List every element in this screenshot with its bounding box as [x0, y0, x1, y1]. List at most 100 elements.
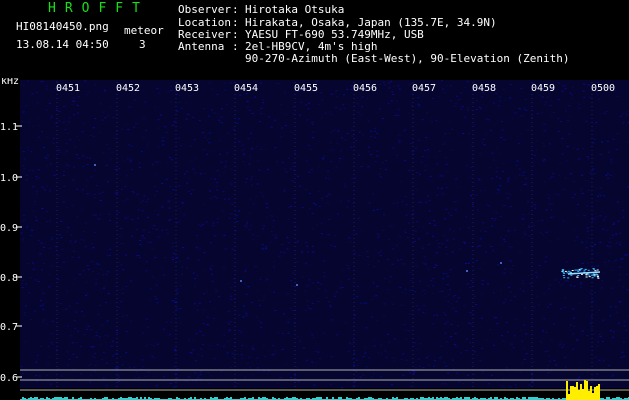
noise-speck	[35, 91, 38, 93]
noise-speck	[188, 377, 191, 378]
noise-speck	[77, 96, 80, 98]
noise-speck	[573, 147, 576, 149]
noise-speck	[444, 296, 447, 298]
noise-speck	[329, 306, 332, 307]
noise-speck	[342, 104, 345, 106]
noise-speck	[393, 295, 396, 297]
noise-speck	[125, 254, 128, 256]
noise-speck	[20, 232, 23, 234]
noise-speck	[433, 365, 436, 367]
noise-speck	[73, 283, 76, 285]
noise-speck	[40, 345, 43, 347]
noise-speck	[581, 174, 584, 176]
noise-speck	[619, 301, 622, 303]
noise-speck	[604, 262, 607, 263]
noise-speck	[586, 156, 589, 158]
noise-speck	[490, 374, 493, 376]
noise-speck	[76, 135, 78, 137]
app-title: HROFFT	[48, 1, 149, 16]
noise-speck	[216, 221, 219, 223]
noise-speck	[452, 307, 455, 309]
noise-speck	[157, 146, 160, 148]
noise-speck	[170, 321, 173, 323]
noise-speck	[402, 353, 404, 355]
noise-speck	[261, 244, 264, 246]
noise-speck	[387, 103, 390, 105]
noise-speck	[550, 370, 553, 372]
noise-speck	[35, 360, 38, 362]
noise-speck	[245, 313, 248, 315]
noise-speck	[73, 114, 76, 116]
noise-speck	[209, 190, 211, 192]
noise-speck	[179, 284, 182, 286]
noise-speck	[478, 327, 481, 329]
noise-speck	[409, 372, 412, 374]
noise-speck	[262, 299, 265, 301]
noise-speck	[284, 125, 287, 127]
noise-speck	[104, 335, 107, 337]
noise-speck	[21, 240, 24, 242]
noise-speck	[518, 174, 521, 176]
meteor-echo-pixel	[567, 277, 570, 279]
noise-speck	[408, 330, 411, 332]
noise-speck	[297, 240, 300, 242]
noise-speck	[125, 124, 128, 126]
noise-speck	[129, 159, 132, 161]
time-tick-label: 0458	[472, 83, 496, 94]
noise-speck	[547, 197, 550, 199]
noise-speck	[372, 281, 375, 283]
noise-speck	[330, 114, 333, 115]
noise-speck	[596, 94, 599, 96]
noise-speck	[561, 138, 564, 139]
noise-speck	[519, 329, 522, 331]
noise-speck	[314, 204, 317, 206]
noise-speck	[311, 121, 314, 123]
noise-speck	[165, 321, 168, 323]
noise-speck	[146, 326, 149, 328]
noise-speck	[367, 151, 370, 153]
noise-speck	[248, 163, 251, 165]
noise-speck	[452, 359, 454, 361]
noise-speck	[620, 357, 623, 358]
noise-speck	[445, 246, 448, 248]
noise-speck	[479, 360, 482, 362]
noise-speck	[589, 323, 592, 325]
noise-speck	[522, 283, 525, 285]
noise-speck	[35, 220, 38, 221]
noise-speck	[371, 316, 374, 318]
noise-speck	[278, 255, 281, 257]
noise-speck	[365, 302, 368, 304]
noise-speck	[265, 148, 268, 150]
noise-speck	[377, 260, 380, 262]
noise-speck	[284, 364, 287, 366]
noise-speck	[612, 222, 615, 224]
noise-speck	[436, 194, 439, 196]
noise-speck	[587, 230, 589, 232]
noise-speck	[333, 92, 336, 94]
noise-speck	[438, 246, 441, 248]
noise-speck	[167, 201, 170, 203]
noise-speck	[576, 340, 579, 342]
noise-speck	[216, 182, 219, 184]
noise-speck	[199, 247, 202, 249]
noise-speck	[203, 204, 206, 206]
noise-speck	[57, 367, 60, 369]
noise-speck	[452, 296, 455, 298]
noise-speck	[168, 207, 171, 209]
noise-speck	[270, 241, 273, 243]
freq-tick-label: 0.8	[0, 273, 18, 284]
noise-speck	[487, 119, 490, 121]
noise-speck	[154, 210, 157, 212]
noise-speck	[230, 295, 233, 297]
noise-speck	[339, 157, 342, 159]
noise-speck	[469, 177, 472, 179]
noise-speck	[434, 224, 436, 226]
noise-speck	[417, 358, 420, 360]
noise-speck	[315, 343, 318, 345]
noise-speck	[226, 352, 229, 354]
noise-speck	[36, 102, 39, 104]
noise-speck	[245, 182, 247, 183]
noise-speck	[409, 386, 412, 388]
noise-speck	[172, 386, 175, 388]
noise-speck	[93, 370, 96, 372]
